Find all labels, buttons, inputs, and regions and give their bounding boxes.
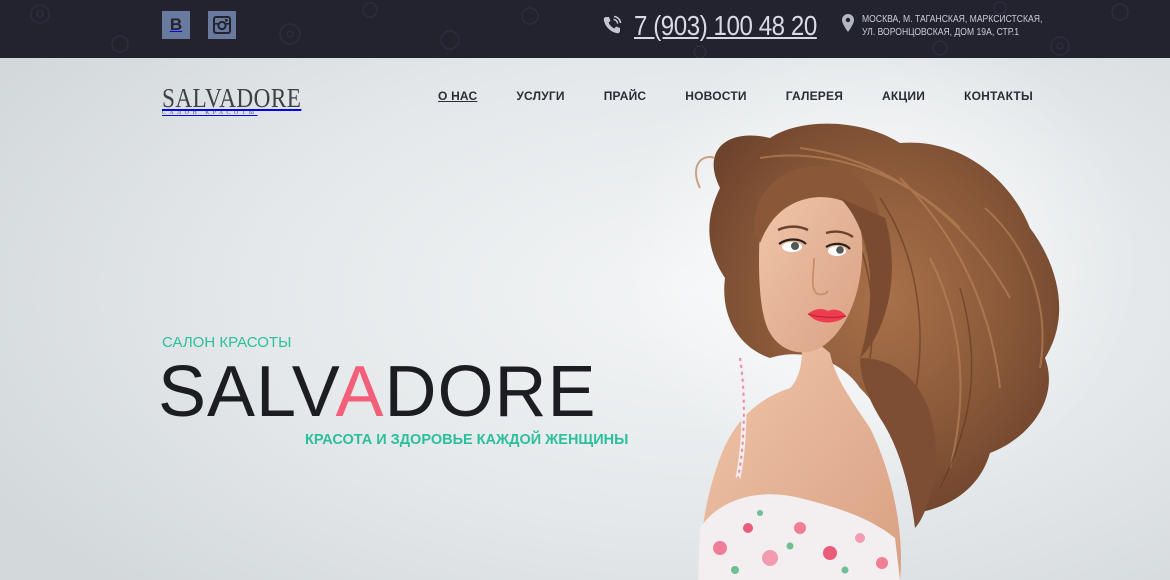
- hero-brand-part-1: SALV: [158, 352, 336, 432]
- instagram-link[interactable]: [208, 11, 236, 39]
- vk-icon: В: [169, 15, 183, 34]
- main-nav: О НАС УСЛУГИ ПРАЙС НОВОСТИ ГАЛЕРЕЯ АКЦИИ…: [438, 89, 1033, 103]
- phone-number-link[interactable]: 7 (903) 100 48 20: [634, 10, 817, 42]
- hero-section: SALVADORE САЛОН КРАСОТЫ О НАС УСЛУГИ ПРА…: [0, 58, 1170, 580]
- hero-kicker: САЛОН КРАСОТЫ: [162, 334, 292, 351]
- nav-item-about[interactable]: О НАС: [438, 89, 477, 103]
- nav-item-price[interactable]: ПРАЙС: [604, 89, 647, 103]
- address-line-2: УЛ. ВОРОНЦОВСКАЯ, ДОМ 19А, СТР.1: [862, 27, 1020, 38]
- phone-icon: [603, 15, 622, 34]
- address-text: МОСКВА, М. ТАГАНСКАЯ, МАРКСИСТСКАЯ, УЛ. …: [862, 13, 1043, 39]
- logo-wordmark: SALVADORE: [162, 83, 302, 113]
- nav-item-gallery[interactable]: ГАЛЕРЕЯ: [786, 89, 843, 103]
- address-line-1: МОСКВА, М. ТАГАНСКАЯ, МАРКСИСТСКАЯ,: [862, 14, 1043, 25]
- hero-tagline: КРАСОТА И ЗДОРОВЬЕ КАЖДОЙ ЖЕНЩИНЫ: [305, 432, 629, 448]
- instagram-icon: [213, 16, 231, 34]
- nav-item-promotions[interactable]: АКЦИИ: [882, 89, 925, 103]
- map-pin-icon: [842, 14, 854, 32]
- hero-brand-part-2: DORE: [384, 352, 597, 432]
- top-bar: В 7 (903) 100 48 20 МОСКВА, М. ТАГАНСКАЯ…: [0, 0, 1170, 58]
- logo[interactable]: SALVADORE САЛОН КРАСОТЫ: [162, 83, 302, 117]
- hero-model-image: [620, 58, 1140, 580]
- nav-item-services[interactable]: УСЛУГИ: [516, 89, 564, 103]
- hero-brand-title: SALVADORE: [158, 352, 597, 432]
- vk-link[interactable]: В: [162, 11, 190, 39]
- nav-item-news[interactable]: НОВОСТИ: [685, 89, 746, 103]
- nav-item-contacts[interactable]: КОНТАКТЫ: [964, 89, 1033, 103]
- hero-brand-accent: A: [335, 352, 385, 432]
